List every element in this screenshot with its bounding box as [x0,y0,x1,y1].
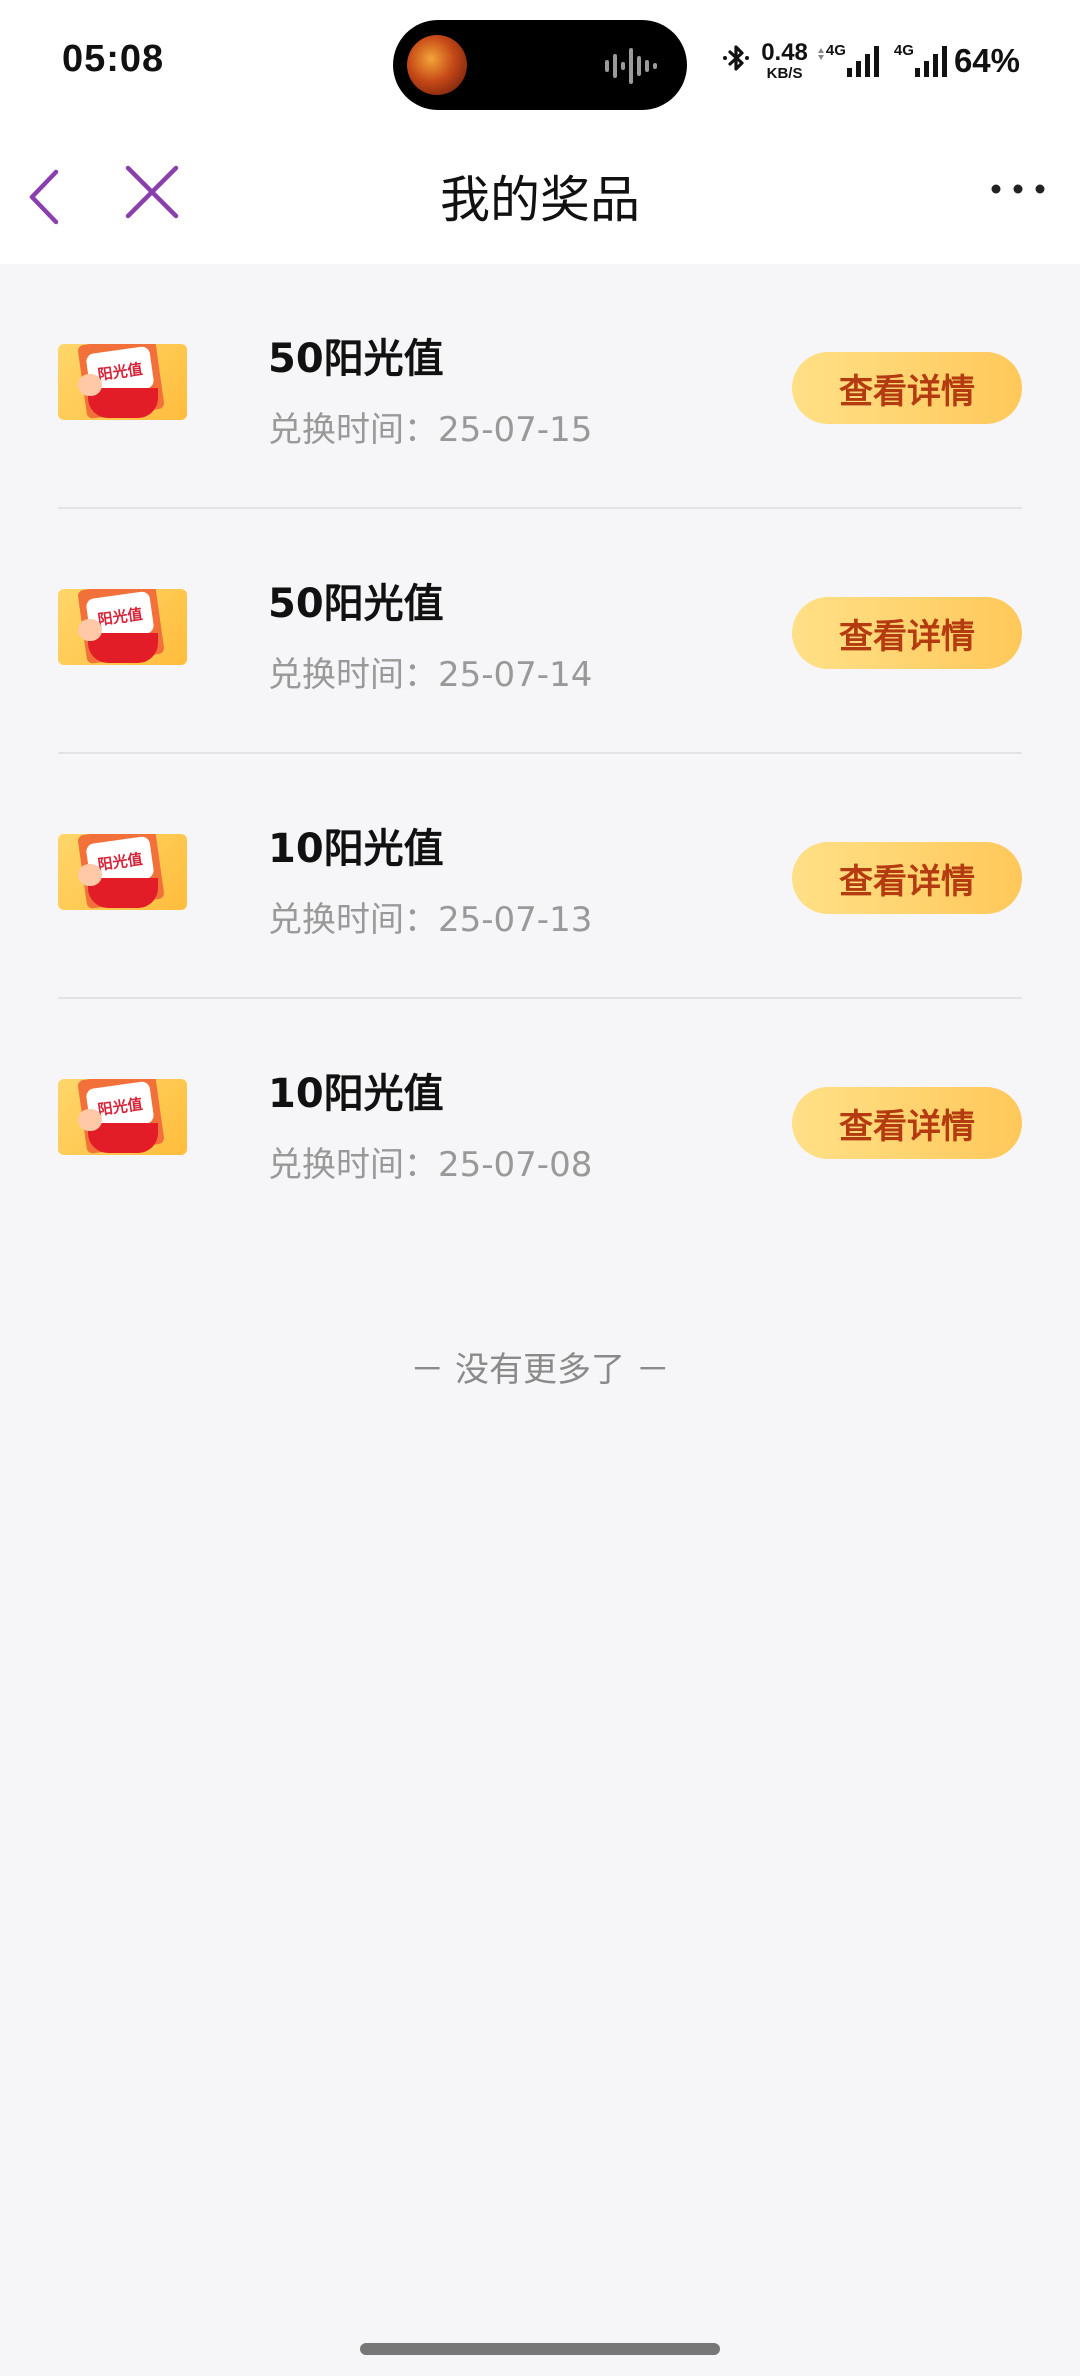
signal-1-icon [846,46,879,77]
view-details-button[interactable]: 查看详情 [792,842,1022,914]
more-icon[interactable] [990,174,1046,204]
view-details-button[interactable]: 查看详情 [792,352,1022,424]
nav-bar: 我的奖品 [0,130,1080,264]
prize-item[interactable]: 阳光值 10阳光值 兑换时间：25-07-08 查看详情 [58,999,1022,1244]
dynamic-island[interactable] [393,20,687,110]
prize-item[interactable]: 阳光值 10阳光值 兑换时间：25-07-13 查看详情 [58,754,1022,999]
signal-2-label: 4G [893,41,914,59]
battery-level: 64% [953,42,1020,79]
prize-name: 10阳光值 [268,826,444,872]
prize-name: 10阳光值 [268,1071,444,1117]
audio-wave-icon [605,48,657,84]
prize-thumbnail: 阳光值 [58,589,187,665]
prize-redeem-date: 兑换时间：25-07-13 [268,900,593,940]
prize-list: 阳光值 50阳光值 兑换时间：25-07-15 查看详情 阳光值 50阳光值 兑… [0,264,1080,1244]
list-end-text: － 没有更多了 － [410,1350,670,1390]
signal-1-label: 4G [825,41,846,59]
prize-item[interactable]: 阳光值 50阳光值 兑换时间：25-07-15 查看详情 [58,264,1022,509]
media-avatar-icon [407,35,467,95]
prize-thumbnail: 阳光值 [58,834,187,910]
prize-item[interactable]: 阳光值 50阳光值 兑换时间：25-07-14 查看详情 [58,509,1022,754]
prize-name: 50阳光值 [268,336,444,382]
prize-redeem-date: 兑换时间：25-07-14 [268,655,593,695]
page-title: 我的奖品 [440,171,640,229]
status-icons: 0.48 KB/S 4G 4G 64% [721,36,1020,86]
prize-thumbnail: 阳光值 [58,1079,187,1155]
prize-name: 50阳光值 [268,581,444,627]
prize-redeem-date: 兑换时间：25-07-08 [268,1145,593,1185]
data-arrows-icon [817,48,824,60]
prize-thumbnail: 阳光值 [58,344,187,420]
network-speed-unit: KB/S [766,65,803,82]
view-details-button[interactable]: 查看详情 [792,597,1022,669]
status-bar: 05:08 0.48 KB/S 4G 4G 64% [0,0,1080,130]
view-details-button[interactable]: 查看详情 [792,1087,1022,1159]
network-speed-value: 0.48 [761,39,808,66]
home-indicator[interactable] [360,2343,720,2355]
status-time: 05:08 [62,38,165,80]
bluetooth-icon [723,45,750,71]
network-speed: 0.48 KB/S [761,39,808,82]
signal-2-icon [914,46,947,77]
prize-redeem-date: 兑换时间：25-07-15 [268,410,593,450]
